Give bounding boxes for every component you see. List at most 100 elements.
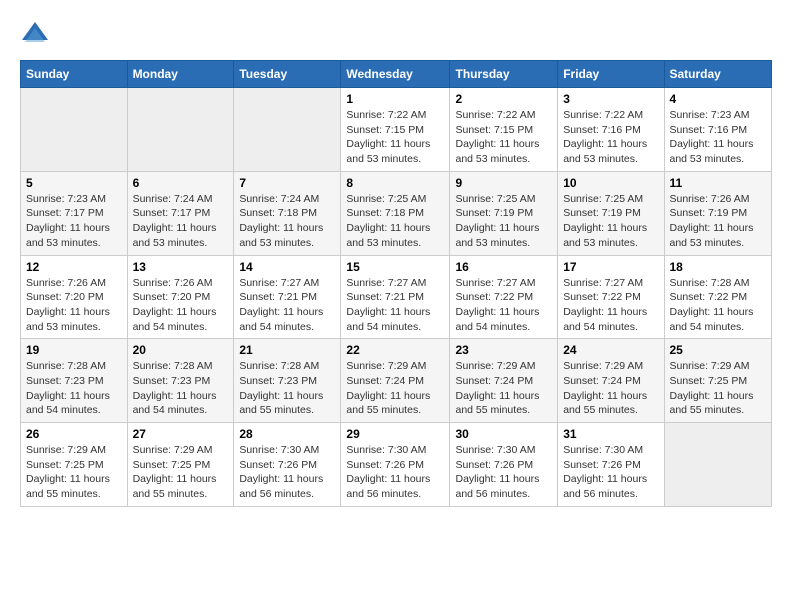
day-info: Sunrise: 7:28 AM Sunset: 7:22 PM Dayligh… [670,276,767,335]
day-cell: 19Sunrise: 7:28 AM Sunset: 7:23 PM Dayli… [21,339,128,423]
day-info: Sunrise: 7:29 AM Sunset: 7:25 PM Dayligh… [133,443,229,502]
day-number: 21 [239,343,335,357]
week-row-2: 5 Sunrise: 7:23 AM Sunset: 7:17 PM Daylig… [21,171,772,255]
day-cell: 14 Sunrise: 7:27 AM Sunset: 7:21 PM Dayli… [234,255,341,339]
day-info: Sunrise: 7:28 AM Sunset: 7:23 PM Dayligh… [239,359,335,418]
day-number: 29 [346,427,444,441]
week-row-4: 19 Sunrise: 7:28 AM Sunset: 7:23 PM Dayli… [21,339,772,423]
day-info: Sunrise: 7:30 AM Sunset: 7:26 PM Dayligh… [346,443,444,502]
calendar-header: SundayMondayTuesdayWednesdayThursdayFrid… [21,61,772,88]
day-info: Sunrise: 7:30 AM Sunset: 7:26 PM Dayligh… [239,443,335,502]
day-info: Sunrise: 7:26 AM Sunset: 7:20 PM Dayligh… [26,276,122,335]
day-number: 24 [563,343,658,357]
day-info: Sunrise: 7:27 AM Sunset: 7:21 PM Dayligh… [239,276,335,335]
day-number: 25 [670,343,767,357]
day-number: 7 [239,176,335,190]
day-number: 31 [563,427,658,441]
day-cell: 5 Sunrise: 7:23 AM Sunset: 7:17 PM Daylig… [21,171,128,255]
day-cell: 16 Sunrise: 7:27 AM Sunset: 7:22 PM Dayli… [450,255,558,339]
week-row-3: 12 Sunrise: 7:26 AM Sunset: 7:20 PM Dayli… [21,255,772,339]
header-cell-sunday: Sunday [21,61,128,88]
day-info: Sunrise: 7:22 AM Sunset: 7:15 PM Dayligh… [346,108,444,167]
day-cell: 6 Sunrise: 7:24 AM Sunset: 7:17 PM Daylig… [127,171,234,255]
day-info: Sunrise: 7:28 AM Sunset: 7:23 PM Dayligh… [133,359,229,418]
day-cell: 25Sunrise: 7:29 AM Sunset: 7:25 PM Dayli… [664,339,772,423]
week-row-1: 1 Sunrise: 7:22 AM Sunset: 7:15 PM Daylig… [21,88,772,172]
day-number: 6 [133,176,229,190]
day-info: Sunrise: 7:22 AM Sunset: 7:15 PM Dayligh… [455,108,552,167]
header-cell-saturday: Saturday [664,61,772,88]
day-cell: 24 Sunrise: 7:29 AM Sunset: 7:24 PM Dayli… [558,339,664,423]
day-info: Sunrise: 7:29 AM Sunset: 7:25 PM Dayligh… [26,443,122,502]
day-cell: 17 Sunrise: 7:27 AM Sunset: 7:22 PM Dayli… [558,255,664,339]
day-cell: 11Sunrise: 7:26 AM Sunset: 7:19 PM Dayli… [664,171,772,255]
day-number: 23 [455,343,552,357]
day-cell: 15Sunrise: 7:27 AM Sunset: 7:21 PM Dayli… [341,255,450,339]
day-info: Sunrise: 7:30 AM Sunset: 7:26 PM Dayligh… [563,443,658,502]
day-number: 17 [563,260,658,274]
day-info: Sunrise: 7:27 AM Sunset: 7:21 PM Dayligh… [346,276,444,335]
day-cell: 29 Sunrise: 7:30 AM Sunset: 7:26 PM Dayli… [341,423,450,507]
day-cell: 3 Sunrise: 7:22 AM Sunset: 7:16 PM Daylig… [558,88,664,172]
day-info: Sunrise: 7:22 AM Sunset: 7:16 PM Dayligh… [563,108,658,167]
day-cell: 26 Sunrise: 7:29 AM Sunset: 7:25 PM Dayli… [21,423,128,507]
day-info: Sunrise: 7:26 AM Sunset: 7:20 PM Dayligh… [133,276,229,335]
day-info: Sunrise: 7:30 AM Sunset: 7:26 PM Dayligh… [455,443,552,502]
day-cell: 9 Sunrise: 7:25 AM Sunset: 7:19 PM Daylig… [450,171,558,255]
day-number: 19 [26,343,122,357]
header-cell-monday: Monday [127,61,234,88]
day-number: 12 [26,260,122,274]
day-cell: 23Sunrise: 7:29 AM Sunset: 7:24 PM Dayli… [450,339,558,423]
day-number: 22 [346,343,444,357]
week-row-5: 26 Sunrise: 7:29 AM Sunset: 7:25 PM Dayli… [21,423,772,507]
day-info: Sunrise: 7:25 AM Sunset: 7:18 PM Dayligh… [346,192,444,251]
day-info: Sunrise: 7:27 AM Sunset: 7:22 PM Dayligh… [455,276,552,335]
day-cell: 20 Sunrise: 7:28 AM Sunset: 7:23 PM Dayli… [127,339,234,423]
day-info: Sunrise: 7:29 AM Sunset: 7:24 PM Dayligh… [346,359,444,418]
day-cell: 12 Sunrise: 7:26 AM Sunset: 7:20 PM Dayli… [21,255,128,339]
day-cell: 10 Sunrise: 7:25 AM Sunset: 7:19 PM Dayli… [558,171,664,255]
day-cell: 31 Sunrise: 7:30 AM Sunset: 7:26 PM Dayli… [558,423,664,507]
day-number: 13 [133,260,229,274]
day-number: 4 [670,92,767,106]
day-cell [127,88,234,172]
day-cell: 8 Sunrise: 7:25 AM Sunset: 7:18 PM Daylig… [341,171,450,255]
day-number: 16 [455,260,552,274]
day-cell: 22 Sunrise: 7:29 AM Sunset: 7:24 PM Dayli… [341,339,450,423]
day-number: 14 [239,260,335,274]
day-number: 10 [563,176,658,190]
day-number: 20 [133,343,229,357]
day-info: Sunrise: 7:23 AM Sunset: 7:16 PM Dayligh… [670,108,767,167]
logo [20,20,54,50]
day-cell: 2 Sunrise: 7:22 AM Sunset: 7:15 PM Daylig… [450,88,558,172]
day-cell: 7 Sunrise: 7:24 AM Sunset: 7:18 PM Daylig… [234,171,341,255]
day-info: Sunrise: 7:23 AM Sunset: 7:17 PM Dayligh… [26,192,122,251]
day-info: Sunrise: 7:25 AM Sunset: 7:19 PM Dayligh… [455,192,552,251]
day-cell: 27 Sunrise: 7:29 AM Sunset: 7:25 PM Dayli… [127,423,234,507]
day-number: 1 [346,92,444,106]
day-cell [664,423,772,507]
day-cell: 1 Sunrise: 7:22 AM Sunset: 7:15 PM Daylig… [341,88,450,172]
header-cell-thursday: Thursday [450,61,558,88]
day-info: Sunrise: 7:27 AM Sunset: 7:22 PM Dayligh… [563,276,658,335]
calendar-body: 1 Sunrise: 7:22 AM Sunset: 7:15 PM Daylig… [21,88,772,507]
day-info: Sunrise: 7:25 AM Sunset: 7:19 PM Dayligh… [563,192,658,251]
day-cell: 13 Sunrise: 7:26 AM Sunset: 7:20 PM Dayli… [127,255,234,339]
day-number: 30 [455,427,552,441]
day-cell: 21 Sunrise: 7:28 AM Sunset: 7:23 PM Dayli… [234,339,341,423]
day-number: 26 [26,427,122,441]
day-number: 27 [133,427,229,441]
day-info: Sunrise: 7:24 AM Sunset: 7:17 PM Dayligh… [133,192,229,251]
day-number: 8 [346,176,444,190]
day-cell [234,88,341,172]
day-info: Sunrise: 7:24 AM Sunset: 7:18 PM Dayligh… [239,192,335,251]
day-info: Sunrise: 7:29 AM Sunset: 7:24 PM Dayligh… [563,359,658,418]
day-cell [21,88,128,172]
day-number: 3 [563,92,658,106]
day-number: 2 [455,92,552,106]
header-cell-wednesday: Wednesday [341,61,450,88]
day-number: 9 [455,176,552,190]
day-cell: 18Sunrise: 7:28 AM Sunset: 7:22 PM Dayli… [664,255,772,339]
header-cell-friday: Friday [558,61,664,88]
day-number: 5 [26,176,122,190]
